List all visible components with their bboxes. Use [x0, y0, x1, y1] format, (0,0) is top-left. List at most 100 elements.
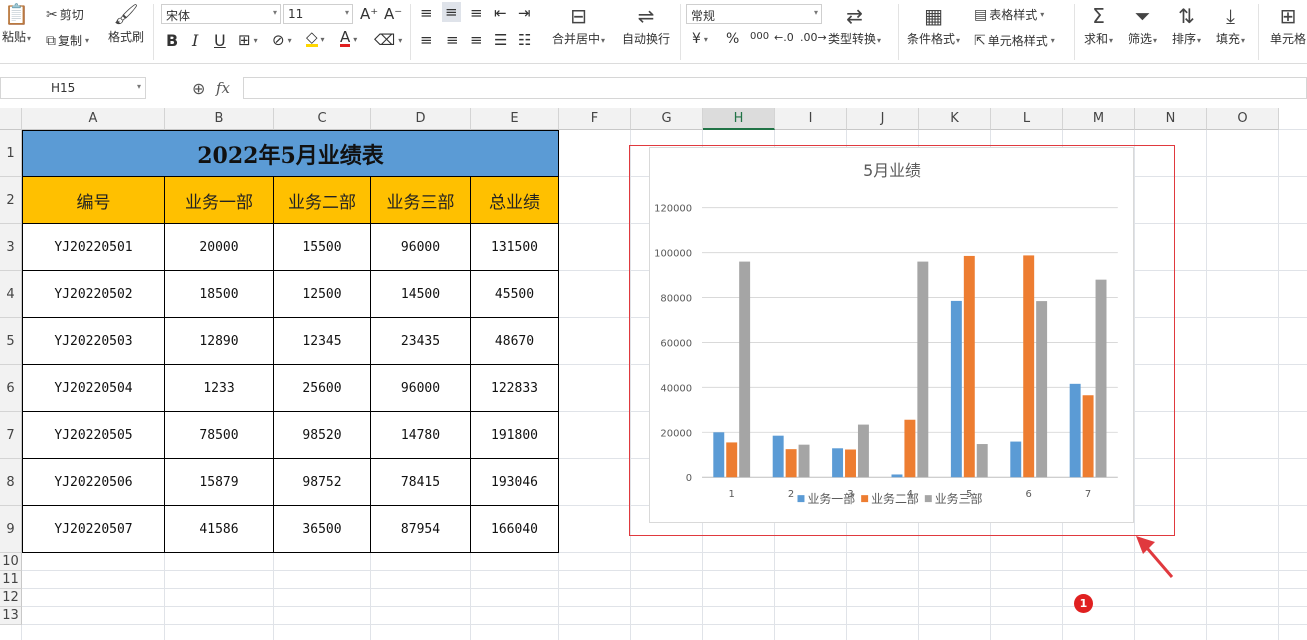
- column-header-B[interactable]: B: [165, 108, 274, 130]
- bold-icon[interactable]: B: [166, 31, 178, 50]
- row-header-7[interactable]: 7: [0, 412, 22, 459]
- row-header-1[interactable]: 1: [0, 130, 22, 177]
- thousands-icon[interactable]: 000: [750, 31, 769, 42]
- table-cell[interactable]: YJ20220506: [22, 459, 165, 506]
- table-cell[interactable]: 191800: [471, 412, 559, 459]
- zoom-formula-icon[interactable]: ⊕: [192, 79, 205, 98]
- type-convert-button[interactable]: ⇄ 类型转换▾: [828, 6, 881, 47]
- table-cell[interactable]: 41586: [165, 506, 274, 553]
- row-header-13[interactable]: 13: [0, 607, 22, 625]
- format-painter-button[interactable]: 🖌 格式刷: [108, 4, 144, 45]
- row-header-5[interactable]: 5: [0, 318, 22, 365]
- increase-decimal-icon[interactable]: ←.0: [774, 31, 794, 44]
- eraser-icon[interactable]: ⌫ ▾: [374, 31, 402, 49]
- row-header-4[interactable]: 4: [0, 271, 22, 318]
- column-header-G[interactable]: G: [631, 108, 703, 130]
- table-cell[interactable]: YJ20220504: [22, 365, 165, 412]
- table-cell[interactable]: 12500: [274, 271, 371, 318]
- paste-button[interactable]: 📋 粘贴▾: [2, 4, 31, 45]
- row-header-8[interactable]: 8: [0, 459, 22, 506]
- number-format-select[interactable]: 常规 ▾: [686, 4, 822, 24]
- fill-color-icon[interactable]: ◇ ▾: [306, 30, 325, 47]
- strikethrough-icon[interactable]: ⊘ ▾: [272, 31, 292, 49]
- font-size-select[interactable]: 11 ▾: [283, 4, 353, 24]
- table-cell[interactable]: 25600: [274, 365, 371, 412]
- align-right-icon[interactable]: ≡: [470, 31, 483, 49]
- row-header-9[interactable]: 9: [0, 506, 22, 553]
- decrease-font-icon[interactable]: A⁻: [384, 5, 402, 23]
- cut-button[interactable]: ✂ 剪切: [46, 6, 84, 23]
- table-cell[interactable]: 78415: [371, 459, 471, 506]
- fx-icon[interactable]: fx: [216, 79, 230, 97]
- table-cell[interactable]: 45500: [471, 271, 559, 318]
- table-cell[interactable]: 12345: [274, 318, 371, 365]
- table-cell[interactable]: 193046: [471, 459, 559, 506]
- table-header-cell[interactable]: 编号: [22, 177, 165, 224]
- underline-icon[interactable]: U: [214, 31, 226, 50]
- formula-input[interactable]: [243, 77, 1307, 99]
- merge-center-button[interactable]: ⊟ 合并居中▾: [552, 6, 605, 47]
- column-header-N[interactable]: N: [1135, 108, 1207, 130]
- table-cell[interactable]: 20000: [165, 224, 274, 271]
- justify-icon[interactable]: ☰: [494, 31, 507, 49]
- indent-decrease-icon[interactable]: ⇤: [494, 4, 507, 22]
- filter-button[interactable]: ⏷ 筛选▾: [1128, 6, 1157, 47]
- table-cell[interactable]: 36500: [274, 506, 371, 553]
- table-cell[interactable]: YJ20220507: [22, 506, 165, 553]
- currency-icon[interactable]: ¥ ▾: [692, 31, 708, 47]
- font-color-icon[interactable]: A ▾: [340, 30, 357, 47]
- row-header-12[interactable]: 12: [0, 589, 22, 607]
- border-icon[interactable]: ⊞ ▾: [238, 31, 258, 49]
- increase-font-icon[interactable]: A⁺: [360, 5, 378, 23]
- wrap-text-button[interactable]: ⇌ 自动换行: [622, 6, 670, 47]
- column-header-M[interactable]: M: [1063, 108, 1135, 130]
- row-header-10[interactable]: 10: [0, 553, 22, 571]
- table-cell[interactable]: 96000: [371, 224, 471, 271]
- name-box[interactable]: H15 ▾: [0, 77, 146, 99]
- table-cell[interactable]: 48670: [471, 318, 559, 365]
- table-cell[interactable]: 14500: [371, 271, 471, 318]
- column-header-L[interactable]: L: [991, 108, 1063, 130]
- align-center-icon[interactable]: ≡: [446, 31, 459, 49]
- column-header-H[interactable]: H: [703, 108, 775, 130]
- sort-button[interactable]: ⇅ 排序▾: [1172, 6, 1201, 47]
- column-header-J[interactable]: J: [847, 108, 919, 130]
- table-cell[interactable]: 23435: [371, 318, 471, 365]
- bar-chart[interactable]: 5月业绩0200004000060000800001000001200001 2 3…: [649, 147, 1134, 523]
- percent-icon[interactable]: %: [726, 31, 739, 47]
- column-header-O[interactable]: O: [1207, 108, 1279, 130]
- table-cell[interactable]: 14780: [371, 412, 471, 459]
- align-left-icon[interactable]: ≡: [420, 31, 433, 49]
- row-header-11[interactable]: 11: [0, 571, 22, 589]
- font-name-select[interactable]: 宋体 ▾: [161, 4, 281, 24]
- column-header-I[interactable]: I: [775, 108, 847, 130]
- table-cell[interactable]: 18500: [165, 271, 274, 318]
- column-header-C[interactable]: C: [274, 108, 371, 130]
- table-cell[interactable]: 98752: [274, 459, 371, 506]
- conditional-format-button[interactable]: ▦ 条件格式▾: [907, 6, 960, 47]
- select-all-corner[interactable]: [0, 108, 22, 130]
- table-cell[interactable]: 122833: [471, 365, 559, 412]
- table-cell[interactable]: YJ20220505: [22, 412, 165, 459]
- table-cell[interactable]: YJ20220501: [22, 224, 165, 271]
- column-header-F[interactable]: F: [559, 108, 631, 130]
- table-cell[interactable]: 15879: [165, 459, 274, 506]
- table-cell[interactable]: 98520: [274, 412, 371, 459]
- distributed-icon[interactable]: ☷: [518, 31, 531, 49]
- row-header-3[interactable]: 3: [0, 224, 22, 271]
- row-header-2[interactable]: 2: [0, 177, 22, 224]
- copy-button[interactable]: ⧉ 复制 ▾: [46, 32, 89, 49]
- table-cell[interactable]: YJ20220502: [22, 271, 165, 318]
- table-cell[interactable]: 78500: [165, 412, 274, 459]
- row-header-6[interactable]: 6: [0, 365, 22, 412]
- cell-button[interactable]: ⊞ 单元格: [1270, 6, 1306, 47]
- table-cell[interactable]: YJ20220503: [22, 318, 165, 365]
- column-header-A[interactable]: A: [22, 108, 165, 130]
- column-header-D[interactable]: D: [371, 108, 471, 130]
- fill-button[interactable]: ⤓ 填充▾: [1216, 6, 1245, 47]
- align-bottom-icon[interactable]: ≡: [470, 4, 483, 22]
- table-cell[interactable]: 87954: [371, 506, 471, 553]
- table-cell[interactable]: 131500: [471, 224, 559, 271]
- indent-increase-icon[interactable]: ⇥: [518, 4, 531, 22]
- cell-style-button[interactable]: ⇱ 单元格样式 ▾: [974, 32, 1055, 49]
